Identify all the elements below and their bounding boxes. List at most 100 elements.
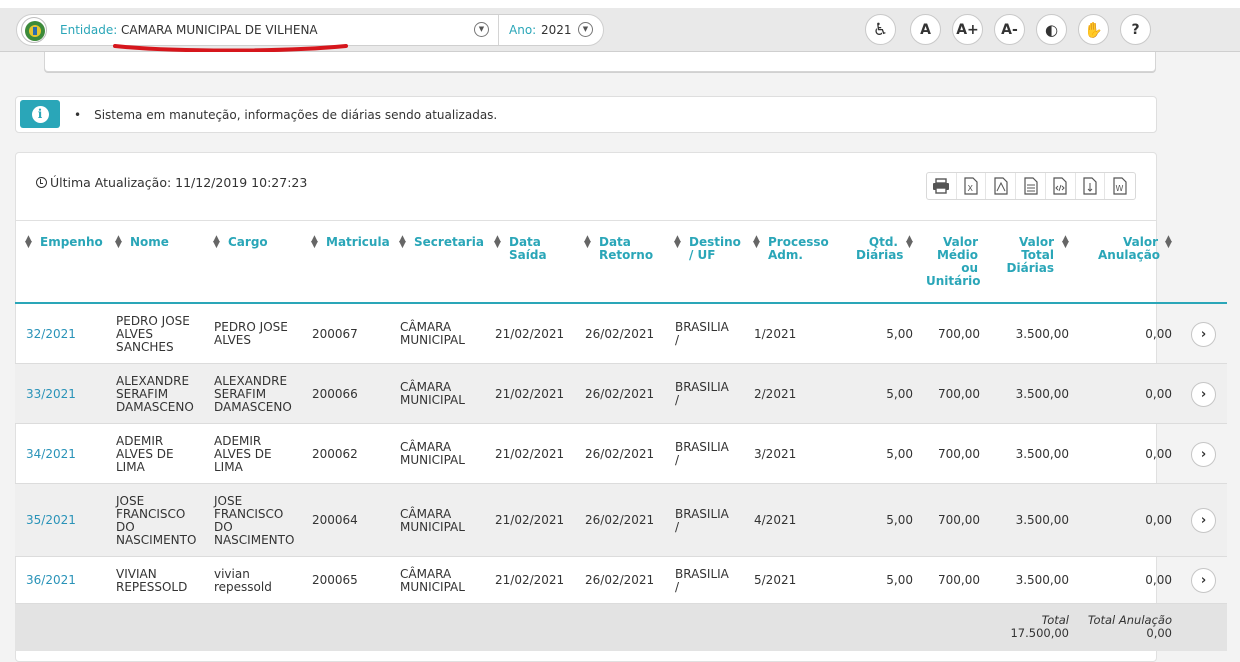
sort-icon[interactable]: ▲ ▼	[399, 235, 406, 250]
print-icon[interactable]	[927, 173, 957, 199]
cell-cargo-line: JOSE	[214, 494, 243, 508]
notice-box: i Sistema em manuteção, informações de d…	[15, 96, 1157, 133]
cell-nome-line: SANCHES	[116, 340, 174, 354]
cell-data-saida: 21/02/2021	[495, 327, 565, 341]
cell-cargo-line: DAMASCENO	[214, 400, 292, 414]
col-valor-medio[interactable]: Valor Médio ou Unitário	[926, 235, 981, 288]
total-anulacao-value: 0,00	[1146, 626, 1172, 640]
year-chevron-down-icon[interactable]: ▼	[578, 22, 593, 37]
cell-empenho[interactable]: 36/2021	[26, 574, 76, 587]
sort-icon[interactable]: ▲ ▼	[25, 235, 32, 250]
cell-valor-medio: 700,00	[938, 573, 980, 587]
col-data-retorno-line2: Retorno	[599, 248, 654, 262]
cell-empenho[interactable]: 32/2021	[26, 328, 76, 341]
text-icon[interactable]	[1016, 173, 1046, 199]
cell-destino-line: /	[675, 520, 680, 534]
cell-secretaria-line: CÂMARA	[400, 320, 452, 334]
cell-valor-total: 3.500,00	[1015, 327, 1069, 341]
sort-icon[interactable]: ▲ ▼	[1165, 235, 1172, 250]
total-value: 17.500,00	[1010, 626, 1069, 640]
cell-secretaria-line: MUNICIPAL	[400, 520, 465, 534]
font-default-button[interactable]: A	[910, 14, 941, 45]
row-detail-chevron-right-icon[interactable]: ›	[1191, 508, 1216, 533]
cell-cargo: PEDRO JOSE ALVES	[214, 321, 288, 347]
cell-secretaria-line: MUNICIPAL	[400, 453, 465, 467]
cell-empenho[interactable]: 34/2021	[26, 448, 76, 461]
cell-empenho[interactable]: 33/2021	[26, 388, 76, 401]
cell-cargo-line: ADEMIR	[214, 434, 262, 448]
sign-language-icon[interactable]: ✋	[1078, 14, 1109, 45]
col-cargo[interactable]: Cargo	[228, 236, 268, 249]
sort-icon[interactable]: ▲ ▼	[213, 235, 220, 250]
cell-nome-line: ALVES	[116, 327, 153, 341]
col-valor-medio-line1: Valor	[942, 235, 978, 249]
cell-qtd-diarias: 5,00	[886, 327, 913, 341]
row-detail-chevron-right-icon[interactable]: ›	[1191, 382, 1216, 407]
info-icon: i	[20, 100, 60, 128]
cell-cargo-line: FRANCISCO	[214, 507, 284, 521]
col-empenho[interactable]: Empenho	[40, 236, 103, 249]
sort-icon[interactable]: ▲ ▼	[115, 235, 122, 250]
row-detail-chevron-right-icon[interactable]: ›	[1191, 442, 1216, 467]
col-processo-line2: Adm.	[768, 248, 803, 262]
word-icon[interactable]: W	[1105, 173, 1135, 199]
font-increase-button[interactable]: A+	[952, 14, 983, 45]
col-processo[interactable]: Processo Adm.	[768, 236, 829, 262]
col-valor-medio-line2: Médio	[936, 248, 978, 262]
pdf-icon[interactable]	[986, 173, 1017, 199]
col-qtd-diarias[interactable]: Qtd. Diárias	[856, 236, 903, 262]
cell-secretaria-line: MUNICIPAL	[400, 333, 465, 347]
html-icon[interactable]	[1046, 173, 1076, 199]
cell-destino-line: BRASILIA	[675, 567, 729, 581]
cell-nome-line: LIMA	[116, 460, 145, 474]
cell-destino-line: /	[675, 580, 680, 594]
cell-matricula: 200062	[312, 447, 358, 461]
last-update-text: Última Atualização: 11/12/2019 10:27:23	[50, 175, 308, 190]
col-destino[interactable]: Destino / UF	[689, 236, 741, 262]
sort-icon[interactable]: ▲ ▼	[906, 235, 913, 250]
row-detail-chevron-right-icon[interactable]: ›	[1191, 568, 1216, 593]
col-data-saida-line2: Saída	[509, 248, 547, 262]
cell-destino-line: /	[675, 453, 680, 467]
col-matricula[interactable]: Matricula	[326, 236, 390, 249]
cell-qtd-diarias: 5,00	[886, 573, 913, 587]
cell-data-saida: 21/02/2021	[495, 513, 565, 527]
cell-processo: 3/2021	[754, 447, 797, 461]
col-valor-anulacao[interactable]: Valor Anulação	[1098, 236, 1160, 262]
cell-nome-line: DO	[116, 520, 135, 534]
col-valor-medio-line4: Unitário	[926, 274, 981, 288]
cell-nome-line: ALEXANDRE	[116, 374, 190, 388]
accessibility-icon[interactable]: ♿	[865, 14, 896, 45]
font-decrease-button[interactable]: A-	[994, 14, 1025, 45]
sort-icon[interactable]: ▲ ▼	[753, 235, 760, 250]
cell-data-retorno: 26/02/2021	[585, 387, 655, 401]
cell-secretaria-line: CÂMARA	[400, 567, 452, 581]
sort-icon[interactable]: ▲ ▼	[584, 235, 591, 250]
sort-icon[interactable]: ▲ ▼	[1062, 235, 1069, 250]
col-secretaria[interactable]: Secretaria	[414, 236, 484, 249]
cell-nome: ADEMIR ALVES DE LIMA	[116, 435, 174, 474]
excel-icon[interactable]: X	[957, 173, 987, 199]
last-update: Última Atualização: 11/12/2019 10:27:23	[36, 175, 307, 190]
col-valor-total[interactable]: Valor Total Diárias	[1004, 236, 1054, 275]
sort-icon[interactable]: ▲ ▼	[674, 235, 681, 250]
sort-icon[interactable]: ▲ ▼	[311, 235, 318, 250]
contrast-icon[interactable]: ◐	[1036, 14, 1067, 45]
sort-icon[interactable]: ▲ ▼	[494, 235, 501, 250]
cell-cargo: ADEMIR ALVES DE LIMA	[214, 435, 272, 474]
cell-destino-line: /	[675, 393, 680, 407]
csv-icon[interactable]	[1076, 173, 1106, 199]
col-nome[interactable]: Nome	[130, 236, 169, 249]
row-detail-chevron-right-icon[interactable]: ›	[1191, 322, 1216, 347]
cell-qtd-diarias: 5,00	[886, 447, 913, 461]
cell-nome-line: DAMASCENO	[116, 400, 194, 414]
col-data-retorno[interactable]: Data Retorno	[599, 236, 653, 262]
cell-qtd-diarias: 5,00	[886, 513, 913, 527]
cell-nome: JOSE FRANCISCO DO NASCIMENTO	[116, 495, 196, 547]
help-icon[interactable]: ?	[1120, 14, 1151, 45]
col-data-saida[interactable]: Data Saída	[509, 236, 547, 262]
cell-valor-medio: 700,00	[938, 513, 980, 527]
cell-secretaria-line: CÂMARA	[400, 440, 452, 454]
chevron-down-icon[interactable]: ▼	[474, 22, 489, 37]
cell-empenho[interactable]: 35/2021	[26, 514, 76, 527]
